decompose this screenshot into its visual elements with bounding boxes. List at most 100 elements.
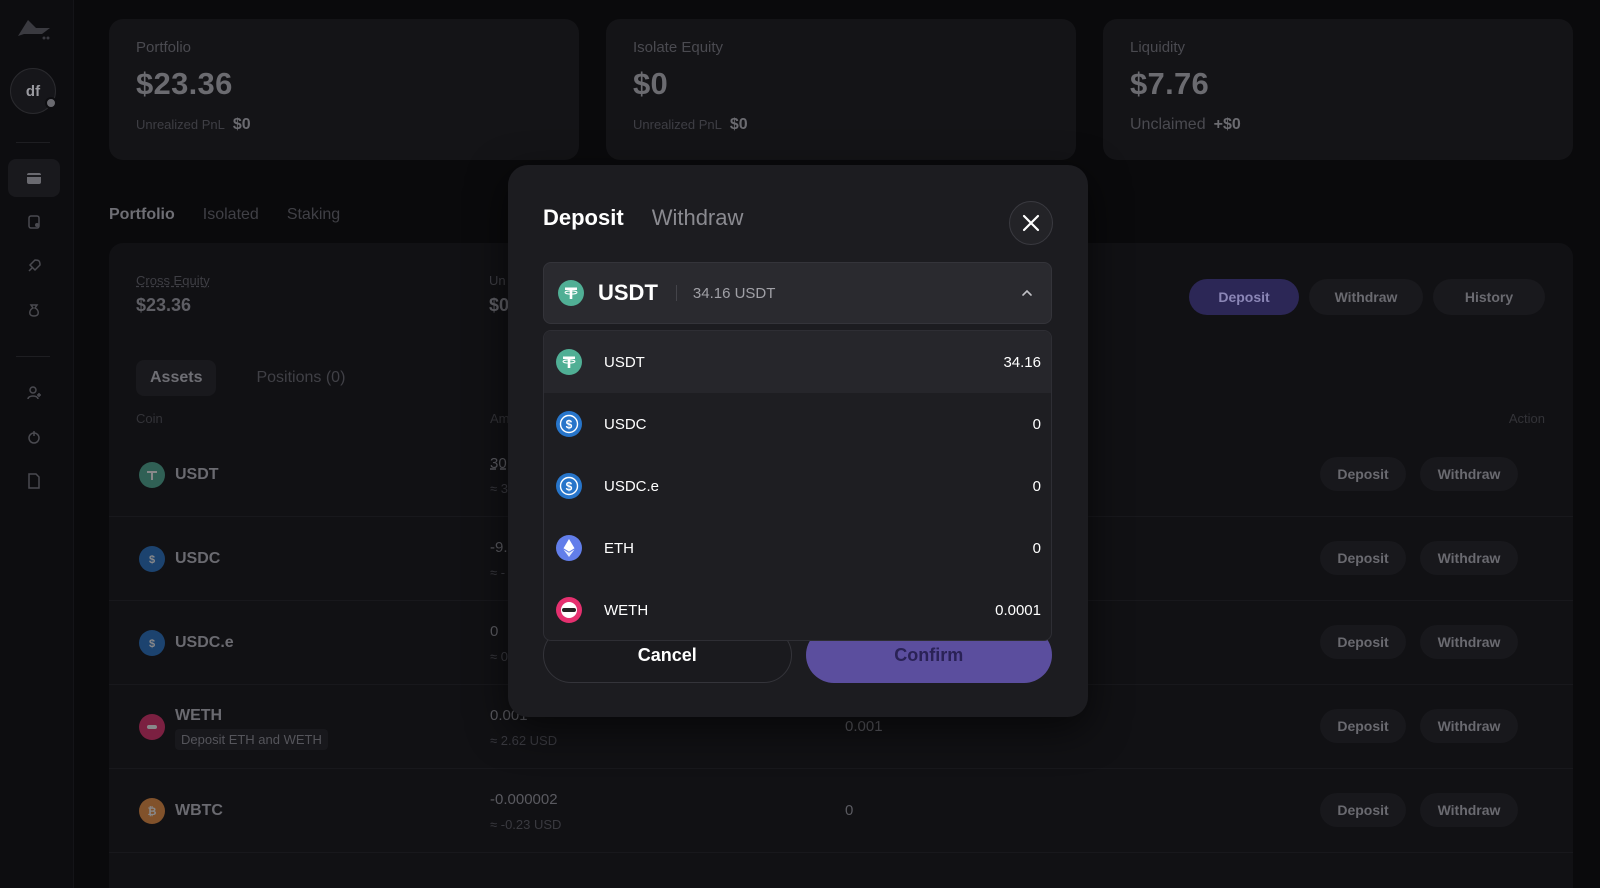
stat-sub-label: Unrealized PnL <box>136 117 225 132</box>
usdc-icon: $ <box>139 630 165 656</box>
token-option-balance: 0 <box>1032 477 1041 495</box>
column-header-coin: Coin <box>136 411 163 426</box>
tab-portfolio[interactable]: Portfolio <box>109 206 175 224</box>
stat-sub-value: $0 <box>729 116 748 133</box>
liquidity-card: Liquidity $7.76 Unclaimed +$0 <box>1103 19 1573 160</box>
token-select[interactable]: USDT 34.16 USDT <box>543 262 1052 324</box>
stat-sub: Unrealized PnL $0 <box>633 116 1049 134</box>
coin-name: USDC.e <box>175 634 234 651</box>
unrealized-label: Un <box>489 273 506 288</box>
column-header-amount: Am <box>490 411 510 426</box>
stat-sub: Unclaimed +$0 <box>1130 116 1546 134</box>
amount-usd: ≈ 2.62 USD <box>490 733 558 748</box>
sidebar-item-trade[interactable] <box>8 203 60 241</box>
row-deposit-button[interactable]: Deposit <box>1320 541 1406 575</box>
row-withdraw-button[interactable]: Withdraw <box>1420 709 1518 743</box>
close-icon <box>1022 214 1040 232</box>
sidebar-item-docs[interactable] <box>8 462 60 500</box>
usdt-icon <box>556 349 582 375</box>
row-withdraw-button[interactable]: Withdraw <box>1420 625 1518 659</box>
avatar[interactable]: df <box>10 68 57 114</box>
bag-icon <box>29 304 39 317</box>
row-withdraw-button[interactable]: Withdraw <box>1420 793 1518 827</box>
tab-isolated[interactable]: Isolated <box>203 206 259 224</box>
token-option-balance: 0 <box>1032 415 1041 433</box>
row-withdraw-button[interactable]: Withdraw <box>1420 457 1518 491</box>
sidebar-divider <box>16 142 50 143</box>
sidebar-item-rewards[interactable] <box>8 291 60 329</box>
tab-staking[interactable]: Staking <box>287 206 340 224</box>
token-option-name: ETH <box>604 539 634 557</box>
row-deposit-button[interactable]: Deposit <box>1320 709 1406 743</box>
withdraw-button[interactable]: Withdraw <box>1309 279 1423 315</box>
isolate-equity-card: Isolate Equity $0 Unrealized PnL $0 <box>606 19 1076 160</box>
portfolio-card: Portfolio $23.36 Unrealized PnL $0 <box>109 19 579 160</box>
token-option-name: USDT <box>604 353 645 371</box>
coin-tag: Deposit ETH and WETH <box>175 729 328 750</box>
sidebar-item-wallet[interactable] <box>8 159 60 197</box>
token-option-usdt[interactable]: USDT 34.16 <box>544 331 1051 393</box>
history-button[interactable]: History <box>1433 279 1545 315</box>
stat-label: Portfolio <box>136 39 192 56</box>
amount-usd: ≈ - <box>490 565 506 580</box>
row-deposit-button[interactable]: Deposit <box>1320 457 1406 491</box>
token-option-eth[interactable]: ETH 0 <box>544 517 1051 579</box>
available-value: 0 <box>845 802 854 819</box>
token-option-balance: 34.16 <box>1003 353 1041 371</box>
sidebar-item-power[interactable] <box>8 418 60 456</box>
token-option-name: WETH <box>604 601 649 619</box>
usdt-icon <box>139 462 165 488</box>
row-deposit-button[interactable]: Deposit <box>1320 625 1406 659</box>
avatar-initials: df <box>25 82 41 100</box>
token-option-balance: 0 <box>1032 539 1041 557</box>
token-dropdown: USDT 34.16 $ USDC 0 $ USDC.e 0 ETH 0 WET… <box>543 330 1052 641</box>
svg-text:$: $ <box>149 638 155 650</box>
cross-equity-value: $23.36 <box>136 295 192 315</box>
row-withdraw-button[interactable]: Withdraw <box>1420 541 1518 575</box>
row-deposit-button[interactable]: Deposit <box>1320 793 1406 827</box>
table-row: ₿ WBTC -0.000002 ≈ -0.23 USD 0 Deposit W… <box>109 769 1573 853</box>
logo-icon[interactable] <box>14 14 54 42</box>
unrealized-value: $0 <box>489 295 510 315</box>
stat-label: Liquidity <box>1130 39 1186 56</box>
column-header-action: Action <box>1508 411 1545 426</box>
weth-icon <box>556 597 582 623</box>
asset-tabs: Assets Positions (0) <box>136 360 345 396</box>
deposit-modal: Deposit Withdraw USDT 34.16 USDT USDT 34… <box>508 165 1088 717</box>
token-option-usdc-e[interactable]: $ USDC.e 0 <box>544 455 1051 517</box>
weth-icon <box>139 714 165 740</box>
chevron-up-icon <box>1022 289 1032 296</box>
tab-deposit[interactable]: Deposit <box>543 205 624 231</box>
stat-label: Isolate Equity <box>633 39 724 56</box>
deposit-button[interactable]: Deposit <box>1189 279 1299 315</box>
sidebar-item-referral[interactable] <box>8 374 60 412</box>
stat-sub-label: Unrealized PnL <box>633 117 722 132</box>
amount-usd: ≈ -0.23 USD <box>490 817 562 832</box>
coin-name: USDT <box>175 466 219 483</box>
coin-name: WETH <box>175 707 223 724</box>
rocket-icon <box>28 259 41 272</box>
token-option-name: USDC <box>604 415 647 433</box>
svg-text:$: $ <box>566 480 573 494</box>
wallet-icon <box>27 173 41 184</box>
tab-assets[interactable]: Assets <box>136 360 217 396</box>
token-option-weth[interactable]: WETH 0.0001 <box>544 579 1051 640</box>
tab-withdraw[interactable]: Withdraw <box>652 205 744 231</box>
svg-text:$: $ <box>149 554 155 566</box>
token-option-balance: 0.0001 <box>995 601 1041 619</box>
wbtc-icon: ₿ <box>139 798 165 824</box>
amount-value: 30 <box>490 455 507 472</box>
amount-value: -9. <box>490 539 508 556</box>
tab-positions[interactable]: Positions (0) <box>256 369 345 387</box>
coin-name: USDC <box>175 550 221 567</box>
selected-token-name: USDT <box>598 280 658 305</box>
trade-icon <box>28 215 40 229</box>
modal-tabs: Deposit Withdraw <box>543 205 743 231</box>
sidebar-item-launch[interactable] <box>8 247 60 285</box>
token-option-usdc[interactable]: $ USDC 0 <box>544 393 1051 455</box>
close-button[interactable] <box>1009 201 1053 245</box>
sidebar: df <box>0 0 74 888</box>
stat-value: $23.36 <box>136 66 233 101</box>
svg-text:$: $ <box>566 418 573 432</box>
amount-usd: ≈ 0 <box>490 649 508 664</box>
